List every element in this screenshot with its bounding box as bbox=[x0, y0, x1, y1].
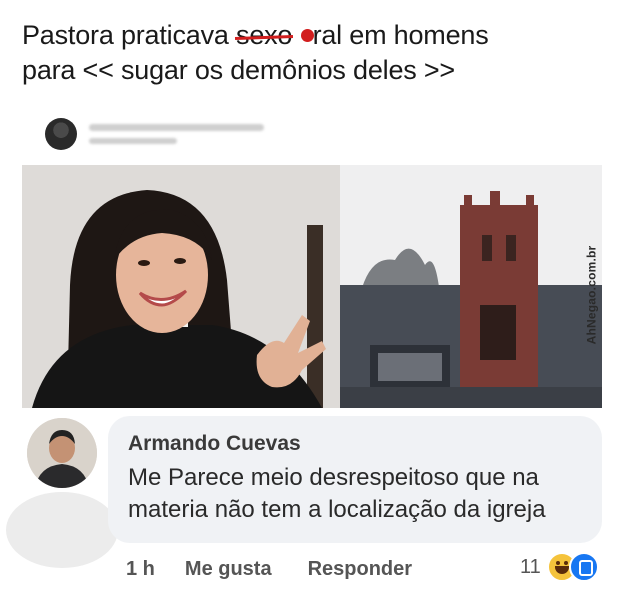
blurred-author-line bbox=[89, 124, 264, 131]
like-reaction-icon bbox=[568, 552, 599, 582]
commenter-avatar[interactable] bbox=[27, 418, 97, 488]
headline: Pastora praticava sexo ral em homens par… bbox=[22, 18, 602, 88]
commenter-avatar-image bbox=[27, 418, 97, 488]
pastor-photo-illustration bbox=[22, 165, 340, 408]
headline-part2 bbox=[292, 20, 299, 50]
watermark: AhNegao.com.br bbox=[580, 240, 602, 350]
blurred-meta-line bbox=[89, 138, 177, 144]
church-photo-illustration bbox=[340, 165, 602, 408]
comment-actions: 1 h Me gusta Responder bbox=[126, 554, 448, 584]
headline-part1: Pastora praticava bbox=[22, 20, 237, 50]
overlay-blob bbox=[6, 492, 118, 568]
pastor-photo bbox=[22, 165, 340, 408]
like-button[interactable]: Me gusta bbox=[185, 558, 272, 581]
post-author-avatar bbox=[45, 118, 77, 150]
comment-author[interactable]: Armando Cuevas bbox=[128, 432, 301, 456]
headline-part3: ral em homens bbox=[312, 20, 489, 50]
comment-time[interactable]: 1 h bbox=[126, 558, 155, 581]
reaction-count: 11 bbox=[520, 555, 541, 578]
comment-text: Me Parece meio desrespeitoso que na mate… bbox=[128, 464, 546, 523]
reply-button[interactable]: Responder bbox=[308, 558, 412, 581]
comment-bubble: Armando Cuevas Me Parece meio desrespeit… bbox=[108, 416, 602, 543]
struck-word: sexo bbox=[236, 18, 292, 53]
reactions[interactable]: 11 bbox=[520, 550, 599, 584]
headline-line2: para << sugar os demônios deles >> bbox=[22, 55, 455, 85]
watermark-text: AhNegao.com.br bbox=[584, 245, 598, 345]
church-photo bbox=[340, 165, 602, 408]
